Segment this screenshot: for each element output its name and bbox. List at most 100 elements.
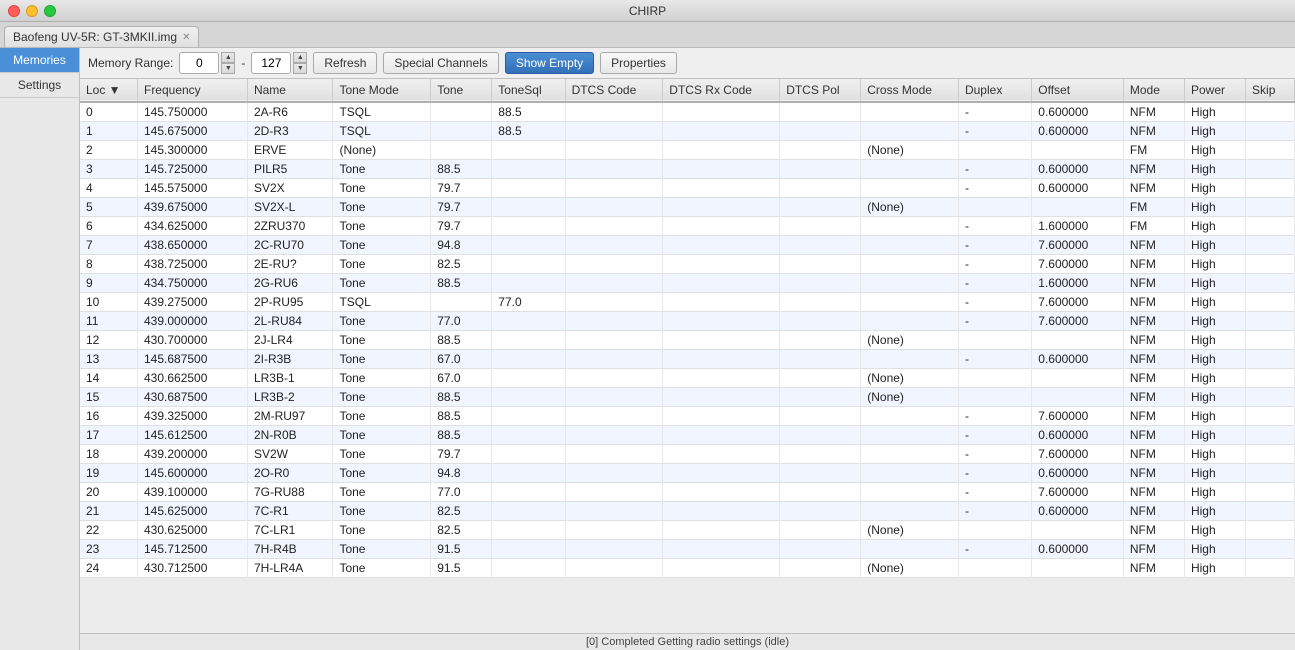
cell-dtcscode [565,179,663,198]
table-row[interactable]: 7438.6500002C-RU70Tone94.8-7.600000NFMHi… [80,236,1295,255]
maximize-button[interactable] [44,5,56,17]
cell-duplex: - [958,350,1031,369]
refresh-button[interactable]: Refresh [313,52,377,74]
cell-tonemode: Tone [333,388,431,407]
cell-freq: 145.575000 [137,179,247,198]
close-button[interactable] [8,5,20,17]
range-from-down[interactable]: ▼ [221,63,235,74]
cell-tonesql: 88.5 [492,102,565,122]
properties-button[interactable]: Properties [600,52,677,74]
cell-skip [1246,236,1295,255]
cell-dtcsrx [663,559,780,578]
cell-mode: NFM [1123,445,1184,464]
special-channels-button[interactable]: Special Channels [383,52,498,74]
cell-tonesql [492,274,565,293]
col-header-crossmode[interactable]: Cross Mode [861,79,959,102]
table-row[interactable]: 22430.6250007C-LR1Tone82.5(None)NFMHigh [80,521,1295,540]
sidebar-item-settings[interactable]: Settings [0,73,79,98]
cell-duplex: - [958,102,1031,122]
cell-duplex: - [958,179,1031,198]
cell-offset [1032,521,1124,540]
cell-dtcspol [780,255,861,274]
cell-dtcspol [780,464,861,483]
cell-tonesql [492,331,565,350]
table-row[interactable]: 16439.3250002M-RU97Tone88.5-7.600000NFMH… [80,407,1295,426]
table-row[interactable]: 10439.2750002P-RU95TSQL77.0-7.600000NFMH… [80,293,1295,312]
col-header-tone[interactable]: Tone [431,79,492,102]
table-row[interactable]: 3145.725000PILR5Tone88.5-0.600000NFMHigh [80,160,1295,179]
cell-offset: 0.600000 [1032,179,1124,198]
show-empty-button[interactable]: Show Empty [505,52,594,74]
cell-duplex [958,331,1031,350]
traffic-lights [8,5,56,17]
col-header-offset[interactable]: Offset [1032,79,1124,102]
cell-crossmode [861,255,959,274]
table-row[interactable]: 21145.6250007C-R1Tone82.5-0.600000NFMHig… [80,502,1295,521]
table-row[interactable]: 6434.6250002ZRU370Tone79.7-1.600000FMHig… [80,217,1295,236]
cell-dtcspol [780,141,861,160]
cell-offset: 7.600000 [1032,255,1124,274]
col-header-tonesql[interactable]: ToneSql [492,79,565,102]
tab-close-icon[interactable]: ✕ [182,32,190,43]
file-tab[interactable]: Baofeng UV-5R: GT-3MKII.img ✕ [4,26,199,47]
cell-loc: 4 [80,179,137,198]
col-header-name[interactable]: Name [247,79,333,102]
table-row[interactable]: 15430.687500LR3B-2Tone88.5(None)NFMHigh [80,388,1295,407]
col-header-loc[interactable]: Loc ▼ [80,79,137,102]
col-header-skip[interactable]: Skip [1246,79,1295,102]
col-header-dtcspol[interactable]: DTCS Pol [780,79,861,102]
cell-power: High [1184,540,1245,559]
range-from-input[interactable] [179,52,219,74]
col-header-power[interactable]: Power [1184,79,1245,102]
table-row[interactable]: 11439.0000002L-RU84Tone77.0-7.600000NFMH… [80,312,1295,331]
table-row[interactable]: 23145.7125007H-R4BTone91.5-0.600000NFMHi… [80,540,1295,559]
cell-offset: 7.600000 [1032,312,1124,331]
col-header-duplex[interactable]: Duplex [958,79,1031,102]
cell-loc: 13 [80,350,137,369]
minimize-button[interactable] [26,5,38,17]
range-to-down[interactable]: ▼ [293,63,307,74]
col-header-frequency[interactable]: Frequency [137,79,247,102]
range-from-up[interactable]: ▲ [221,52,235,63]
table-row[interactable]: 18439.200000SV2WTone79.7-7.600000NFMHigh [80,445,1295,464]
cell-duplex [958,141,1031,160]
cell-tonesql: 77.0 [492,293,565,312]
cell-loc: 8 [80,255,137,274]
status-message: [0] Completed Getting radio settings (id… [586,636,789,648]
cell-freq: 145.300000 [137,141,247,160]
table-wrapper[interactable]: Loc ▼ Frequency Name Tone Mode Tone Tone… [80,79,1295,633]
table-row[interactable]: 14430.662500LR3B-1Tone67.0(None)NFMHigh [80,369,1295,388]
table-row[interactable]: 1145.6750002D-R3TSQL88.5-0.600000NFMHigh [80,122,1295,141]
table-row[interactable]: 0145.7500002A-R6TSQL88.5-0.600000NFMHigh [80,102,1295,122]
cell-power: High [1184,141,1245,160]
table-row[interactable]: 17145.6125002N-R0BTone88.5-0.600000NFMHi… [80,426,1295,445]
table-row[interactable]: 19145.6000002O-R0Tone94.8-0.600000NFMHig… [80,464,1295,483]
table-row[interactable]: 4145.575000SV2XTone79.7-0.600000NFMHigh [80,179,1295,198]
cell-loc: 12 [80,331,137,350]
table-row[interactable]: 9434.7500002G-RU6Tone88.5-1.600000NFMHig… [80,274,1295,293]
table-row[interactable]: 5439.675000SV2X-LTone79.7(None)FMHigh [80,198,1295,217]
cell-dtcspol [780,236,861,255]
cell-power: High [1184,179,1245,198]
col-header-dtcscode[interactable]: DTCS Code [565,79,663,102]
cell-duplex: - [958,426,1031,445]
sidebar-item-memories[interactable]: Memories [0,48,79,73]
cell-dtcspol [780,293,861,312]
range-to-up[interactable]: ▲ [293,52,307,63]
table-row[interactable]: 13145.6875002I-R3BTone67.0-0.600000NFMHi… [80,350,1295,369]
table-row[interactable]: 20439.1000007G-RU88Tone77.0-7.600000NFMH… [80,483,1295,502]
cell-crossmode [861,293,959,312]
cell-mode: NFM [1123,293,1184,312]
cell-name: 7C-LR1 [247,521,333,540]
cell-duplex: - [958,217,1031,236]
table-row[interactable]: 12430.7000002J-LR4Tone88.5(None)NFMHigh [80,331,1295,350]
cell-tonemode: Tone [333,426,431,445]
table-row[interactable]: 8438.7250002E-RU?Tone82.5-7.600000NFMHig… [80,255,1295,274]
col-header-mode[interactable]: Mode [1123,79,1184,102]
range-to-input[interactable] [251,52,291,74]
col-header-tonemode[interactable]: Tone Mode [333,79,431,102]
cell-tonemode: TSQL [333,102,431,122]
table-row[interactable]: 2145.300000ERVE(None)(None)FMHigh [80,141,1295,160]
table-row[interactable]: 24430.7125007H-LR4ATone91.5(None)NFMHigh [80,559,1295,578]
col-header-dtcsrx[interactable]: DTCS Rx Code [663,79,780,102]
